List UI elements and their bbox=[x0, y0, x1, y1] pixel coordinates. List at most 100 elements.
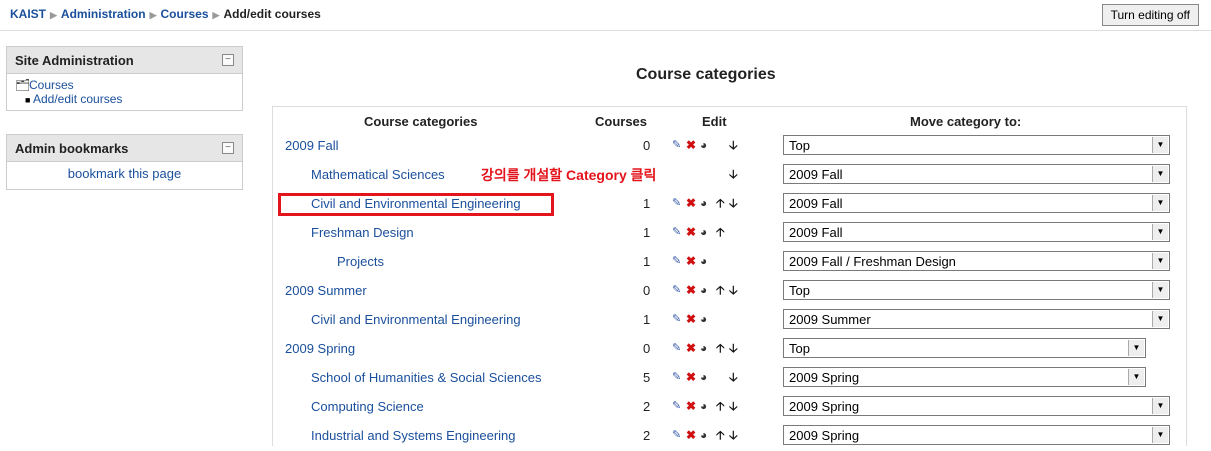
move-down-icon[interactable]: 🡣 bbox=[729, 399, 738, 413]
move-down-icon[interactable]: 🡣 bbox=[729, 370, 738, 384]
move-category-select[interactable]: 2009 Spring ▼ bbox=[783, 396, 1170, 416]
edit-icon[interactable]: ✎ bbox=[672, 341, 681, 355]
edit-icon[interactable]: ✎ bbox=[672, 225, 681, 239]
move-down-icon[interactable]: 🡣 bbox=[729, 428, 738, 442]
edit-icon[interactable]: ✎ bbox=[672, 196, 681, 210]
category-link[interactable]: Projects bbox=[337, 254, 384, 269]
move-down-icon[interactable]: 🡣 bbox=[729, 167, 738, 181]
course-count: 2 bbox=[643, 428, 651, 443]
top-bar: KAIST ▶ Administration ▶ Courses ▶ Add/edit co… bbox=[0, 0, 1211, 31]
edit-icon[interactable]: ✎ bbox=[672, 399, 681, 413]
hide-eye-icon[interactable]: ◕ bbox=[700, 283, 707, 297]
turn-editing-off-button[interactable]: Turn editing off bbox=[1101, 4, 1199, 26]
move-category-select[interactable]: 2009 Fall ▼ bbox=[783, 164, 1170, 184]
header-course-categories: Course categories bbox=[364, 114, 478, 129]
hide-eye-icon[interactable]: ◕ bbox=[700, 399, 707, 413]
header-courses: Courses bbox=[595, 114, 648, 129]
breadcrumb-administration[interactable]: Administration bbox=[61, 7, 146, 21]
category-link[interactable]: School of Humanities & Social Sciences bbox=[311, 370, 542, 385]
delete-icon[interactable]: ✖ bbox=[686, 225, 696, 239]
category-link[interactable]: Computing Science bbox=[311, 399, 424, 414]
table-row: Freshman Design 1 ✎ ✖ ◕ 🡡 2009 Fall ▼ bbox=[273, 219, 1183, 248]
breadcrumb-separator-icon: ▶ bbox=[50, 10, 57, 20]
admin-bookmarks-block: Admin bookmarks − bookmark this page bbox=[6, 134, 243, 190]
category-link[interactable]: 2009 Summer bbox=[285, 283, 367, 298]
delete-icon[interactable]: ✖ bbox=[686, 138, 696, 152]
move-up-icon[interactable]: 🡡 bbox=[716, 283, 725, 297]
edit-icon[interactable]: ✎ bbox=[672, 312, 681, 326]
category-link[interactable]: Industrial and Systems Engineering bbox=[311, 428, 516, 443]
table-row: School of Humanities & Social Sciences 5 ✎… bbox=[273, 364, 1183, 393]
sidebar-item-add-edit-courses[interactable]: ■ Add/edit courses bbox=[25, 92, 234, 106]
breadcrumb-separator-icon: ▶ bbox=[149, 10, 157, 20]
breadcrumb-kaist[interactable]: KAIST bbox=[10, 7, 46, 21]
sidebar-item-label: Add/edit courses bbox=[33, 92, 123, 106]
delete-icon[interactable]: ✖ bbox=[686, 283, 696, 297]
delete-icon[interactable]: ✖ bbox=[686, 196, 696, 210]
move-up-icon[interactable]: 🡡 bbox=[716, 225, 725, 239]
move-category-select[interactable]: 2009 Spring ▼ bbox=[783, 367, 1146, 387]
edit-actions: ✎ ✖ ◕ 🡡 bbox=[672, 225, 752, 241]
hide-eye-icon[interactable]: ◕ bbox=[700, 138, 707, 152]
category-link[interactable]: Mathematical Sciences bbox=[311, 167, 445, 182]
move-down-icon[interactable]: 🡣 bbox=[729, 196, 738, 210]
dropdown-arrow-icon: ▼ bbox=[1152, 137, 1168, 153]
move-category-select[interactable]: Top ▼ bbox=[783, 338, 1146, 358]
course-count: 0 bbox=[643, 283, 651, 298]
category-link[interactable]: Freshman Design bbox=[311, 225, 414, 240]
hide-eye-icon[interactable]: ◕ bbox=[700, 312, 707, 326]
move-category-select[interactable]: Top ▼ bbox=[783, 280, 1170, 300]
delete-icon[interactable]: ✖ bbox=[686, 312, 696, 326]
delete-icon[interactable]: ✖ bbox=[686, 399, 696, 413]
edit-icon[interactable]: ✎ bbox=[672, 138, 681, 152]
hide-eye-icon[interactable]: ◕ bbox=[700, 196, 707, 210]
hide-eye-icon[interactable]: ◕ bbox=[700, 225, 707, 239]
edit-actions: 🡣 bbox=[672, 167, 752, 183]
move-category-select[interactable]: 2009 Fall ▼ bbox=[783, 222, 1170, 242]
category-link[interactable]: 2009 Fall bbox=[285, 138, 338, 153]
delete-icon[interactable]: ✖ bbox=[686, 341, 696, 355]
course-count: 1 bbox=[643, 196, 651, 211]
annotation-highlight-box bbox=[278, 193, 554, 216]
move-category-select[interactable]: 2009 Fall / Freshman Design ▼ bbox=[783, 251, 1170, 271]
move-up-icon[interactable]: 🡡 bbox=[716, 341, 725, 355]
site-administration-block: Site Administration − 🗂Courses ■ Add/edit… bbox=[6, 46, 243, 111]
bookmark-this-page-link[interactable]: bookmark this page bbox=[7, 162, 242, 189]
move-up-icon[interactable]: 🡡 bbox=[716, 399, 725, 413]
edit-icon[interactable]: ✎ bbox=[672, 283, 681, 297]
move-down-icon[interactable]: 🡣 bbox=[729, 341, 738, 355]
hide-eye-icon[interactable]: ◕ bbox=[700, 428, 707, 442]
annotation-text: 강의를 개설할 Category 클릭 bbox=[481, 167, 657, 183]
delete-icon[interactable]: ✖ bbox=[686, 370, 696, 384]
edit-actions: ✎ ✖ ◕ 🡡 🡣 bbox=[672, 196, 752, 212]
move-down-icon[interactable]: 🡣 bbox=[729, 283, 738, 297]
breadcrumb-courses[interactable]: Courses bbox=[161, 7, 209, 21]
edit-icon[interactable]: ✎ bbox=[672, 254, 681, 268]
move-category-select[interactable]: Top ▼ bbox=[783, 135, 1170, 155]
move-up-icon[interactable]: 🡡 bbox=[716, 428, 725, 442]
collapse-icon[interactable]: − bbox=[222, 54, 234, 66]
move-category-select[interactable]: 2009 Fall ▼ bbox=[783, 193, 1170, 213]
edit-icon[interactable]: ✎ bbox=[672, 428, 681, 442]
move-up-icon[interactable]: 🡡 bbox=[716, 196, 725, 210]
move-category-value: 2009 Fall bbox=[789, 225, 843, 240]
course-count: 5 bbox=[643, 370, 651, 385]
move-down-icon[interactable]: 🡣 bbox=[729, 138, 738, 152]
block-title: Admin bookmarks bbox=[15, 141, 129, 156]
category-link[interactable]: 2009 Spring bbox=[285, 341, 355, 356]
move-category-select[interactable]: 2009 Spring ▼ bbox=[783, 425, 1170, 445]
edit-icon[interactable]: ✎ bbox=[672, 370, 681, 384]
block-header: Site Administration − bbox=[7, 47, 242, 74]
move-category-select[interactable]: 2009 Summer ▼ bbox=[783, 309, 1170, 329]
hide-eye-icon[interactable]: ◕ bbox=[700, 370, 707, 384]
block-body: 🗂Courses ■ Add/edit courses bbox=[7, 74, 242, 110]
delete-icon[interactable]: ✖ bbox=[686, 254, 696, 268]
collapse-icon[interactable]: − bbox=[222, 142, 234, 154]
hide-eye-icon[interactable]: ◕ bbox=[700, 254, 707, 268]
breadcrumb-separator-icon: ▶ bbox=[212, 10, 220, 20]
sidebar-item-courses[interactable]: 🗂Courses bbox=[15, 78, 234, 92]
hide-eye-icon[interactable]: ◕ bbox=[700, 341, 707, 355]
edit-actions: ✎ ✖ ◕ 🡡 🡣 bbox=[672, 341, 752, 357]
delete-icon[interactable]: ✖ bbox=[686, 428, 696, 442]
category-link[interactable]: Civil and Environmental Engineering bbox=[311, 312, 521, 327]
